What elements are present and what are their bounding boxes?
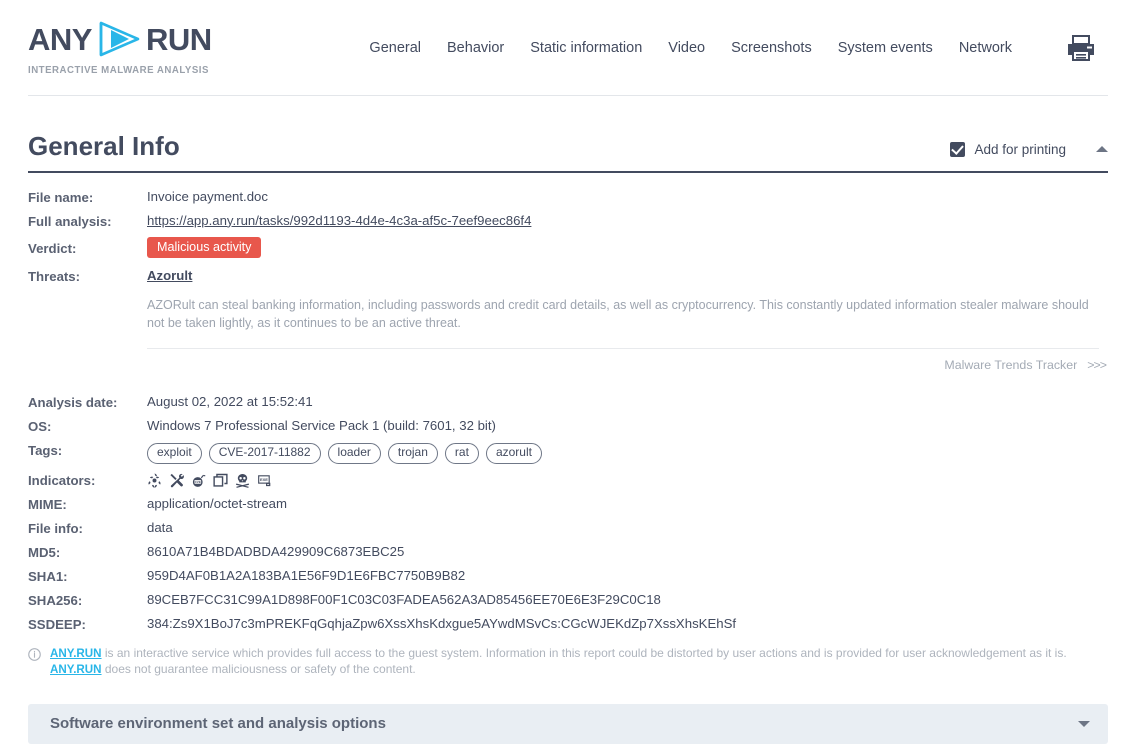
site-header: ANY RUN INTERACTIVE MALWARE ANALYSIS Gen… [0,0,1134,96]
info-row-sha256: SHA256: 89CEB7FCC31C99A1D898F00F1C03C03F… [28,592,1108,608]
threat-description: AZORult can steal banking information, i… [147,296,1099,349]
nav-item-behavior[interactable]: Behavior [447,40,504,56]
anyrun-link-1[interactable]: ANY.RUN [50,647,102,660]
malware-trends-tracker-row: Malware Trends Tracker >>> [147,349,1108,372]
page-title-actions: Add for printing [950,142,1108,161]
tag-item[interactable]: CVE-2017-11882 [209,443,321,464]
row-label: SHA1: [28,568,147,584]
page-title: General Info [28,132,180,161]
tag-item[interactable]: loader [328,443,381,464]
file-name-value: Invoice payment.doc [147,189,1108,204]
tag-item[interactable]: trojan [388,443,438,464]
row-label: File name: [28,189,147,205]
row-label: MIME: [28,496,147,512]
row-label: MD5: [28,544,147,560]
disclaimer-sentence-2: does not guarantee maliciousness or safe… [102,662,416,676]
printer-icon[interactable] [1066,34,1096,62]
row-label: SHA256: [28,592,147,608]
anyrun-link-2[interactable]: ANY.RUN [50,663,102,676]
threats-value: Azorult [147,268,1108,283]
software-environment-section-header[interactable]: Software environment set and analysis op… [28,704,1108,744]
nav-item-screenshots[interactable]: Screenshots [731,40,812,56]
logo-text-any: ANY [28,24,92,55]
nav-item-system-events[interactable]: System events [838,40,933,56]
verdict-value: Malicious activity [147,237,1108,259]
info-row-threats: Threats: Azorult [28,268,1108,284]
nav-item-general[interactable]: General [369,40,421,56]
nav-item-static-information[interactable]: Static information [530,40,642,56]
chevron-down-icon[interactable] [1078,721,1090,727]
info-icon [28,646,42,666]
windows-copy-icon[interactable] [213,473,228,488]
tools-icon[interactable] [169,473,184,488]
nav-item-video[interactable]: Video [668,40,705,56]
add-for-printing-checkbox[interactable]: Add for printing [950,142,1066,157]
file-info-value: data [147,520,1108,535]
play-triangle-icon [97,20,143,58]
svg-text:CVE: CVE [195,480,201,484]
logo-text-run: RUN [146,24,212,55]
page-title-row: General Info Add for printing [28,132,1108,173]
arrows-right-icon[interactable]: >>> [1087,358,1106,372]
row-label: Indicators: [28,472,147,488]
row-label: Analysis date: [28,394,147,410]
row-label: Threats: [28,268,147,284]
info-row-file-info: File info: data [28,520,1108,536]
add-for-printing-label: Add for printing [974,142,1066,157]
info-row-file-name: File name: Invoice payment.doc [28,189,1108,205]
md5-value: 8610A71B4BDADBDA429909C6873EBC25 [147,544,1108,559]
row-label: Verdict: [28,237,147,256]
info-row-tags: Tags: exploit CVE-2017-11882 loader troj… [28,442,1108,464]
info-row-mime: MIME: application/octet-stream [28,496,1108,512]
software-environment-title: Software environment set and analysis op… [50,715,386,732]
full-analysis-value: https://app.any.run/tasks/992d1193-4d4e-… [147,213,1108,228]
os-value: Windows 7 Professional Service Pack 1 (b… [147,418,1108,433]
logo-wordmark: ANY RUN [28,20,369,58]
tag-item[interactable]: rat [445,443,479,464]
mime-value: application/octet-stream [147,496,1108,511]
logo-tagline: INTERACTIVE MALWARE ANALYSIS [28,64,342,76]
row-label: OS: [28,418,147,434]
biohazard-icon[interactable] [147,473,162,488]
info-row-analysis-date: Analysis date: August 02, 2022 at 15:52:… [28,394,1108,410]
disclaimer: ANY.RUN is an interactive service which … [28,646,1108,678]
info-row-verdict: Verdict: Malicious activity [28,237,1108,259]
row-label: Full analysis: [28,213,147,229]
disclaimer-sentence-1: is an interactive service which provides… [102,646,1067,660]
indicator-list: CVE [147,472,1108,488]
checkbox-checked-icon[interactable] [950,142,965,157]
general-info-panel: File name: Invoice payment.doc Full anal… [28,189,1108,633]
skull-crossbones-icon[interactable] [235,473,250,488]
sha1-value: 959D4AF0B1A2A183BA1E56F9D1E6FBC7750B9B82 [147,568,1108,583]
logo[interactable]: ANY RUN INTERACTIVE MALWARE ANALYSIS [28,20,369,76]
info-row-full-analysis: Full analysis: https://app.any.run/tasks… [28,213,1108,229]
cve-bomb-icon[interactable]: CVE [191,473,206,488]
malware-trends-tracker-link[interactable]: Malware Trends Tracker [944,358,1077,372]
analysis-date-value: August 02, 2022 at 15:52:41 [147,394,1108,409]
info-row-indicators: Indicators: [28,472,1108,488]
row-label: SSDEEP: [28,616,147,632]
chevron-up-icon[interactable] [1096,146,1108,152]
exe-file-icon[interactable]: EXE [257,473,272,488]
tag-list: exploit CVE-2017-11882 loader trojan rat… [147,442,1108,464]
row-label: Tags: [28,442,147,458]
row-label: File info: [28,520,147,536]
tag-item[interactable]: exploit [147,443,202,464]
ssdeep-value: 384:Zs9X1BoJ7c3mPREKFqGqhjaZpw6XssXhsKdx… [147,616,1108,631]
tag-item[interactable]: azorult [486,443,542,464]
full-analysis-link[interactable]: https://app.any.run/tasks/992d1193-4d4e-… [147,213,531,228]
main-nav: General Behavior Static information Vide… [369,34,1106,62]
status-badge: Malicious activity [147,237,261,259]
info-row-sha1: SHA1: 959D4AF0B1A2A183BA1E56F9D1E6FBC775… [28,568,1108,584]
disclaimer-text: ANY.RUN is an interactive service which … [50,646,1067,678]
sha256-value: 89CEB7FCC31C99A1D898F00F1C03C03FADEA562A… [147,592,1108,607]
info-row-os: OS: Windows 7 Professional Service Pack … [28,418,1108,434]
info-row-md5: MD5: 8610A71B4BDADBDA429909C6873EBC25 [28,544,1108,560]
info-row-ssdeep: SSDEEP: 384:Zs9X1BoJ7c3mPREKFqGqhjaZpw6X… [28,616,1108,632]
threat-link-azorult[interactable]: Azorult [147,268,192,283]
nav-item-network[interactable]: Network [959,40,1012,56]
svg-text:EXE: EXE [260,477,268,482]
